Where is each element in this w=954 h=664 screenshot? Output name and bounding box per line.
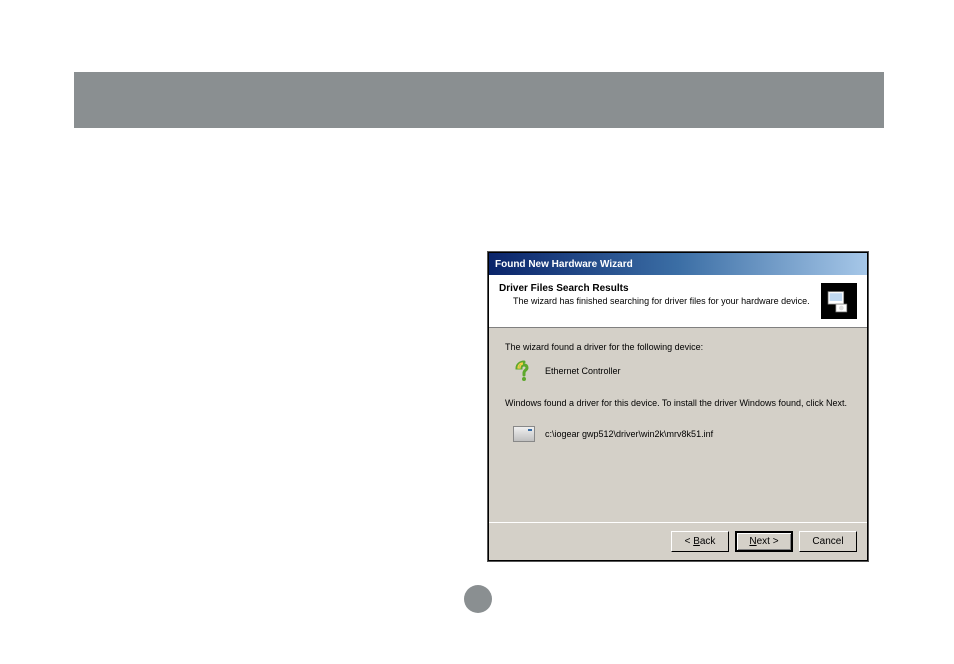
device-name: Ethernet Controller [545,366,621,376]
question-icon [513,360,535,382]
driver-path: c:\iogear gwp512\driver\win2k\mrv8k51.in… [545,429,713,439]
dialog-header-title: Driver Files Search Results [499,283,821,294]
cancel-button[interactable]: Cancel [799,531,857,552]
dialog-content: The wizard found a driver for the follow… [489,328,867,522]
dialog-title: Found New Hardware Wizard [495,259,633,270]
found-driver-text: The wizard found a driver for the follow… [505,342,851,352]
dialog-header-text: Driver Files Search Results The wizard h… [499,283,821,306]
dialog-titlebar: Found New Hardware Wizard [489,253,867,275]
found-new-hardware-wizard: Found New Hardware Wizard Driver Files S… [488,252,868,561]
next-button[interactable]: Next > [735,531,793,552]
device-row: Ethernet Controller [513,360,851,382]
page-header-banner [74,72,884,128]
dialog-header: Driver Files Search Results The wizard h… [489,275,867,328]
page-number-badge [464,585,492,613]
dialog-header-subtitle: The wizard has finished searching for dr… [513,296,821,306]
dialog-button-bar: < Back Next > Cancel [489,522,867,560]
disk-icon [513,426,535,442]
hardware-wizard-icon [821,283,857,319]
driver-path-row: c:\iogear gwp512\driver\win2k\mrv8k51.in… [513,426,851,442]
back-button[interactable]: < Back [671,531,729,552]
install-instruction-text: Windows found a driver for this device. … [505,398,851,408]
